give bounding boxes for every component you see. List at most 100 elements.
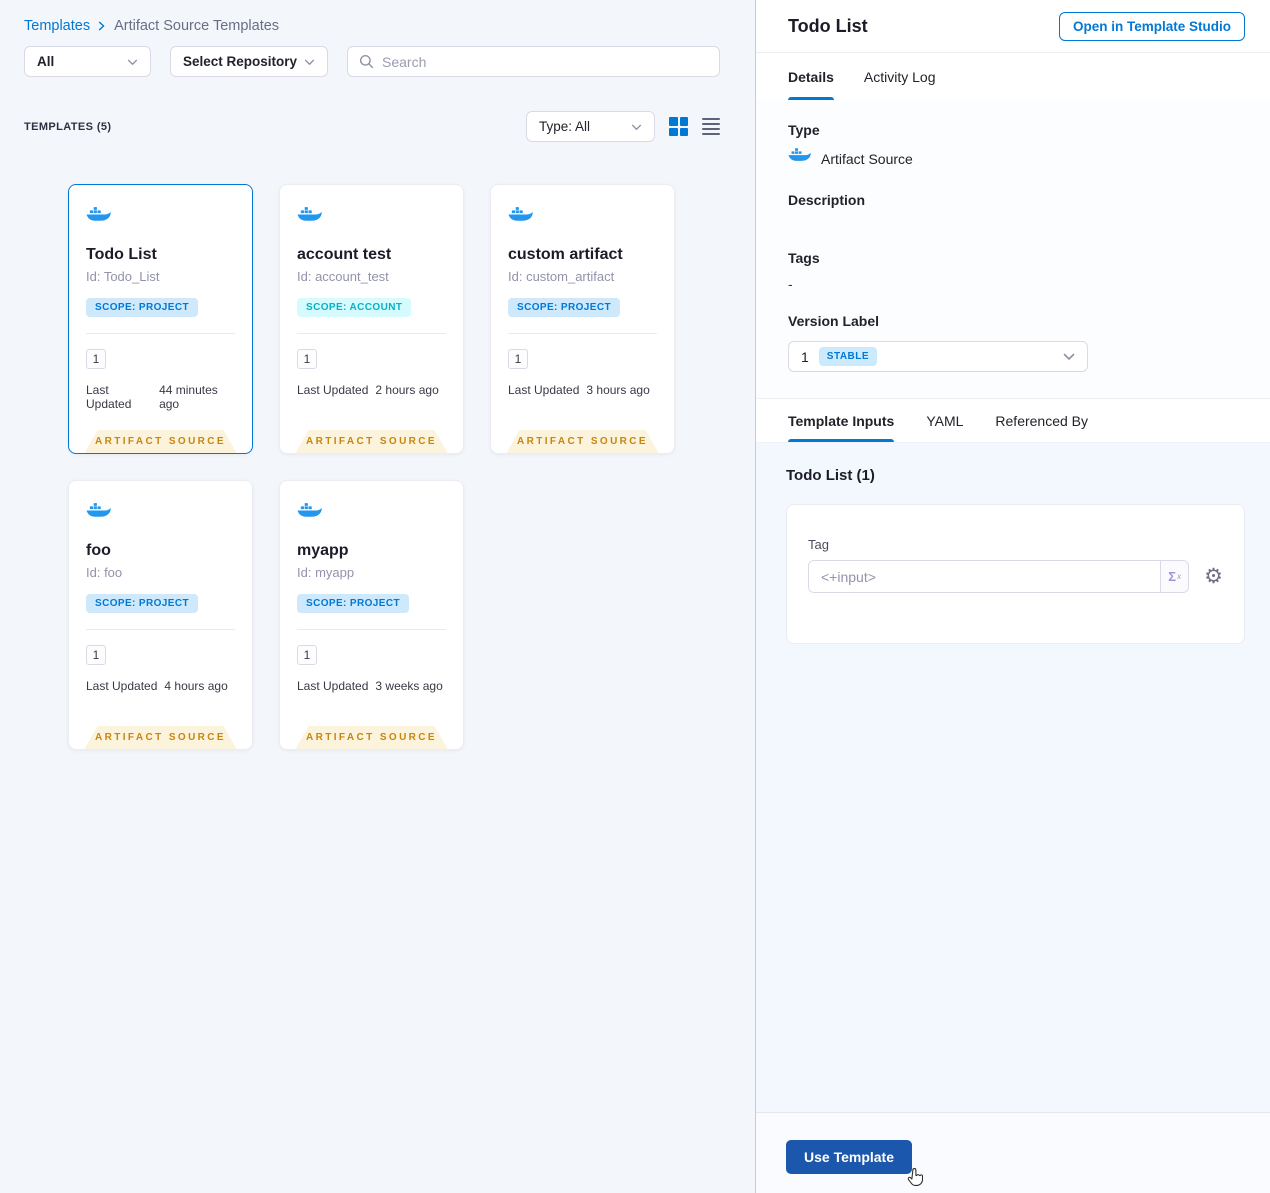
template-card-todo-list[interactable]: Todo List Id: Todo_List SCOPE: PROJECT 1… [68,184,253,454]
stable-badge: STABLE [818,347,878,366]
tags-label: Tags [788,250,820,266]
version-value: 1 [801,348,809,365]
scope-badge: SCOPE: PROJECT [297,594,409,613]
tab-referenced-by[interactable]: Referenced By [995,399,1088,442]
last-updated: Last Updated 44 minutes ago [86,383,235,411]
docker-icon [86,503,111,525]
template-details-panel: Todo List Open in Template Studio Detail… [756,0,1270,1193]
template-title: myapp [297,542,349,559]
grid-view-icon[interactable] [669,117,688,136]
last-updated-label: Last Updated [297,383,369,397]
use-template-button[interactable]: Use Template [786,1140,912,1174]
template-title: foo [86,542,111,559]
breadcrumb-templates-link[interactable]: Templates [24,18,90,34]
chevron-down-icon [1063,353,1075,361]
template-cards-grid: Todo List Id: Todo_List SCOPE: PROJECT 1… [0,142,755,750]
artifact-source-ribbon: ARTIFACT SOURCE [85,726,237,749]
details-title: Todo List [788,15,868,36]
last-updated-label: Last Updated [86,383,132,411]
templates-list-panel: Templates Artifact Source Templates All … [0,0,756,1193]
tag-input-group: Σx [808,560,1190,593]
tab-yaml[interactable]: YAML [926,399,963,442]
divider [297,333,446,334]
scope-badge: SCOPE: PROJECT [86,594,198,613]
details-header: Todo List Open in Template Studio [756,0,1270,53]
search-input[interactable] [347,46,720,77]
template-id: Id: Todo_List [86,269,160,284]
tab-template-inputs[interactable]: Template Inputs [788,399,895,442]
docker-icon [297,207,322,229]
last-updated-value: 4 hours ago [164,679,228,693]
chevron-down-icon [631,119,642,134]
divider [508,333,657,334]
tag-input-card: Tag Σx ⚙ [786,504,1245,644]
inputs-tabs: Template Inputs YAML Referenced By [756,398,1270,443]
last-updated-label: Last Updated [508,383,580,397]
last-updated: Last Updated 3 hours ago [508,383,657,397]
last-updated-value: 3 hours ago [586,383,650,397]
version-count-chip: 1 [297,349,317,369]
template-id: Id: custom_artifact [508,269,615,284]
search-box [347,46,720,77]
version-count-chip: 1 [508,349,528,369]
artifact-source-ribbon: ARTIFACT SOURCE [85,430,237,453]
divider [297,629,446,630]
details-tabs: Details Activity Log [756,53,1270,100]
breadcrumb: Templates Artifact Source Templates [0,0,755,34]
artifact-source-ribbon: ARTIFACT SOURCE [296,430,448,453]
scope-filter-dropdown[interactable]: All [24,46,151,77]
last-updated-label: Last Updated [297,679,369,693]
last-updated: Last Updated 2 hours ago [297,383,446,397]
type-filter-dropdown[interactable]: Type: All [526,111,655,142]
list-view-icon[interactable] [702,117,720,136]
version-count-chip: 1 [86,349,106,369]
template-id: Id: account_test [297,269,389,284]
tag-input[interactable] [809,561,1161,592]
template-inputs-section: Todo List (1) Tag Σx ⚙ [756,443,1270,1112]
breadcrumb-chevron-icon [98,21,106,31]
version-label: Version Label [788,313,880,329]
search-icon [359,54,374,69]
scope-badge: SCOPE: PROJECT [508,298,620,317]
open-in-template-studio-button[interactable]: Open in Template Studio [1058,11,1245,41]
scope-filter-value: All [37,54,55,69]
version-count-chip: 1 [297,645,317,665]
repository-filter-dropdown[interactable]: Select Repository [170,46,328,77]
chevron-down-icon [304,54,315,69]
templates-count-label: TEMPLATES (5) [24,120,112,133]
template-title: account test [297,246,392,263]
repository-filter-value: Select Repository [183,54,298,69]
scope-badge: SCOPE: PROJECT [86,298,198,317]
version-count-chip: 1 [86,645,106,665]
template-card-account-test[interactable]: account test Id: account_test SCOPE: ACC… [279,184,464,454]
tags-value: - [788,276,793,292]
template-id: Id: foo [86,565,123,580]
last-updated-value: 2 hours ago [375,383,439,397]
description-label: Description [788,192,866,208]
docker-icon [508,207,533,229]
breadcrumb-current: Artifact Source Templates [114,18,280,34]
scope-badge: SCOPE: ACCOUNT [297,298,412,317]
tab-details[interactable]: Details [788,53,834,100]
divider [86,629,235,630]
last-updated-value: 44 minutes ago [159,383,218,411]
tab-activity-log[interactable]: Activity Log [864,53,936,100]
type-label: Type [788,122,820,138]
template-title: Todo List [86,246,157,263]
chevron-down-icon [127,54,138,69]
inputs-heading: Todo List (1) [786,467,875,484]
docker-icon [788,148,811,170]
templates-list-header: TEMPLATES (5) Type: All [0,77,755,142]
expression-sigma-button[interactable]: Σx [1160,561,1189,592]
last-updated-label: Last Updated [86,679,158,693]
last-updated: Last Updated 4 hours ago [86,679,235,693]
gear-icon[interactable]: ⚙ [1204,566,1223,587]
template-card-custom-artifact[interactable]: custom artifact Id: custom_artifact SCOP… [490,184,675,454]
details-footer: Use Template [756,1112,1270,1193]
last-updated: Last Updated 3 weeks ago [297,679,446,693]
template-card-myapp[interactable]: myapp Id: myapp SCOPE: PROJECT 1 Last Up… [279,480,464,750]
version-dropdown[interactable]: 1 STABLE [788,341,1088,372]
template-card-foo[interactable]: foo Id: foo SCOPE: PROJECT 1 Last Update… [68,480,253,750]
docker-icon [86,207,111,229]
template-id: Id: myapp [297,565,355,580]
